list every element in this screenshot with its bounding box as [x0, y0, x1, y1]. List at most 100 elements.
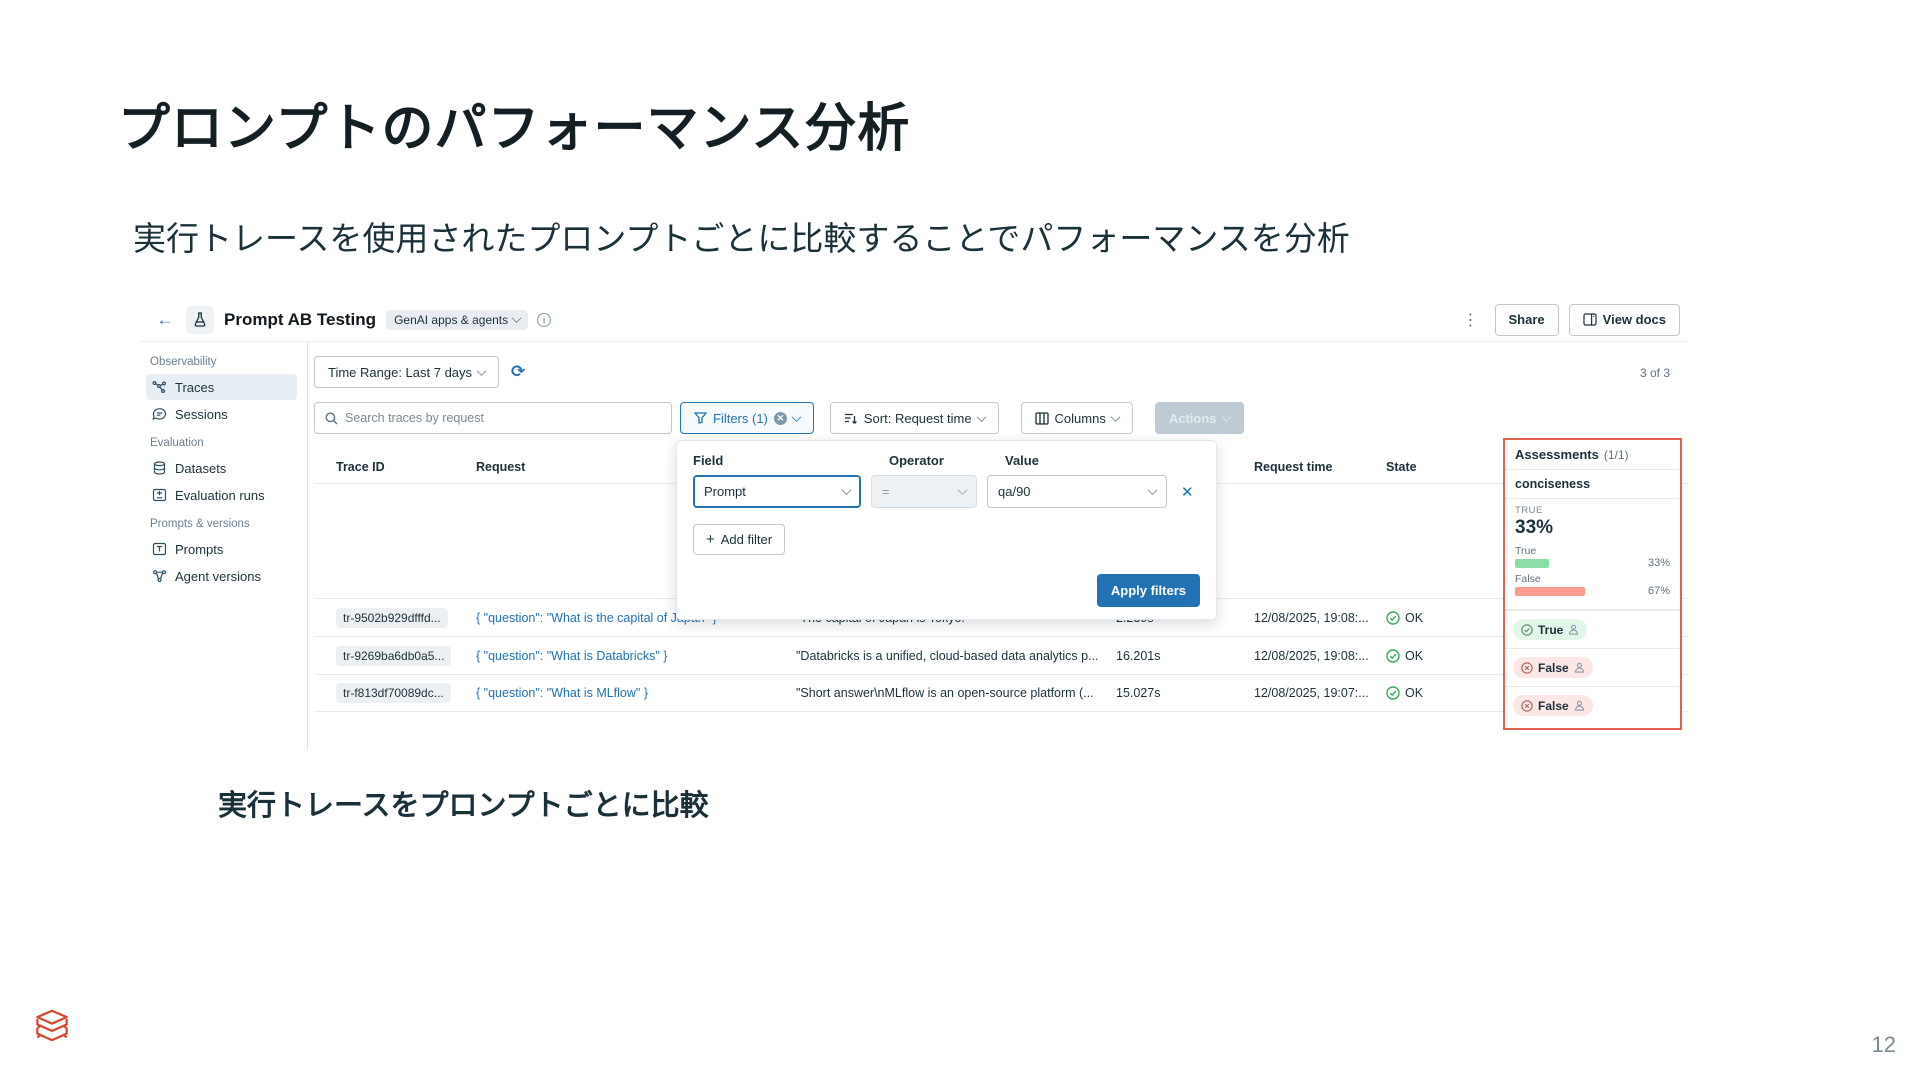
table-row[interactable]: tr-f813df70089dc... { "question": "What …	[314, 674, 1688, 712]
app-screenshot: ← Prompt AB Testing GenAI apps & agents …	[140, 298, 1688, 750]
columns-button[interactable]: Columns	[1020, 402, 1133, 434]
sidebar-item-agent-versions[interactable]: Agent versions	[146, 563, 297, 589]
remove-filter-icon[interactable]: ✕	[1181, 483, 1194, 501]
bar-label: True	[1515, 545, 1537, 557]
sidebar-item-label: Evaluation runs	[175, 487, 265, 503]
trace-icon	[152, 381, 167, 394]
page-title: プロンプトのパフォーマンス分析	[118, 100, 911, 158]
col-header-state[interactable]: State	[1386, 460, 1506, 474]
sort-label: Sort: Request time	[863, 410, 972, 426]
sidebar-item-prompts[interactable]: Prompts	[146, 536, 297, 562]
view-docs-label: View docs	[1602, 312, 1666, 327]
person-icon	[1574, 700, 1584, 711]
overflow-menu-icon[interactable]: ⋮	[1457, 310, 1485, 330]
assessment-badge-false[interactable]: False	[1513, 695, 1593, 716]
summary-label: TRUE	[1515, 505, 1543, 516]
false-bar-row: False 67%	[1515, 573, 1670, 597]
chevron-down-icon	[1221, 411, 1231, 422]
add-filter-button[interactable]: + Add filter	[693, 524, 786, 555]
view-docs-button[interactable]: View docs	[1568, 303, 1680, 336]
check-circle-icon	[1386, 686, 1400, 700]
true-bar	[1515, 558, 1550, 568]
clear-filters-icon[interactable]: ✕	[773, 411, 787, 425]
time-range-dropdown[interactable]: Time Range: Last 7 days	[314, 356, 500, 388]
evaluation-runs-icon	[152, 488, 167, 502]
response-cell: "Short answer\nMLflow is an open-source …	[796, 686, 1094, 700]
apply-filters-label: Apply filters	[1110, 583, 1186, 598]
assessment-badge-true[interactable]: True	[1513, 619, 1588, 640]
database-icon	[153, 461, 166, 475]
columns-icon	[1034, 411, 1049, 425]
sidebar-item-traces[interactable]: Traces	[146, 374, 297, 400]
false-bar	[1515, 586, 1585, 596]
assessment-metric-name[interactable]: conciseness	[1505, 470, 1680, 499]
columns-label: Columns	[1054, 410, 1106, 426]
experiment-beaker-icon	[186, 305, 214, 334]
field-value: Prompt	[704, 484, 746, 499]
assessment-summary: TRUE 33% True 33% False 67%	[1505, 499, 1680, 610]
filters-button[interactable]: Filters (1) ✕	[680, 402, 814, 434]
sidebar-item-label: Prompts	[175, 541, 224, 557]
bar-label: False	[1515, 573, 1541, 585]
filters-label: Filters (1)	[713, 410, 768, 426]
request-time-cell: 12/08/2025, 19:07:...	[1254, 686, 1369, 700]
chevron-down-icon	[511, 313, 522, 324]
operator-value: =	[882, 484, 890, 499]
chevron-down-icon	[476, 365, 487, 376]
refresh-icon[interactable]: ⟳	[511, 362, 525, 382]
person-icon	[1574, 662, 1584, 673]
assessments-panel: Assessments (1/1) conciseness TRUE 33% T…	[1503, 438, 1682, 730]
sidebar: Observability Traces Sessions Evaluation…	[140, 342, 308, 750]
assessment-badge-false[interactable]: False	[1513, 657, 1593, 678]
search-input[interactable]	[345, 411, 661, 425]
state-cell: OK	[1386, 611, 1506, 625]
chevron-down-icon	[841, 485, 852, 496]
col-header-trace-id[interactable]: Trace ID	[336, 460, 476, 474]
value-value: qa/90	[998, 484, 1031, 499]
time-range-label: Time Range: Last 7 days	[328, 364, 473, 380]
sidebar-item-sessions[interactable]: Sessions	[146, 401, 297, 427]
sidebar-item-evaluation-runs[interactable]: Evaluation runs	[146, 482, 297, 508]
info-icon[interactable]: i	[537, 312, 552, 327]
col-header-request-time[interactable]: Request time	[1254, 460, 1386, 474]
value-select[interactable]: qa/90	[987, 475, 1167, 508]
true-bar-row: True 33%	[1515, 545, 1670, 569]
state-label: OK	[1405, 686, 1424, 700]
chevron-down-icon	[1110, 411, 1121, 422]
request-cell[interactable]: { "question": "What is MLflow" }	[476, 686, 796, 700]
sidebar-item-label: Datasets	[175, 460, 227, 476]
operator-label: Operator	[889, 453, 944, 468]
apply-filters-button[interactable]: Apply filters	[1096, 574, 1200, 607]
experiment-title: Prompt AB Testing	[224, 309, 377, 329]
chevron-down-icon	[957, 485, 968, 496]
add-filter-label: Add filter	[720, 532, 773, 547]
badge-label: False	[1538, 698, 1569, 713]
summary-value: 33%	[1515, 517, 1554, 538]
prompt-icon	[152, 542, 167, 556]
page-number: 12	[1871, 1032, 1896, 1057]
sidebar-item-datasets[interactable]: Datasets	[146, 455, 297, 481]
state-label: OK	[1405, 648, 1424, 663]
trace-id-cell[interactable]: tr-9269ba6db0a5...	[336, 645, 452, 666]
request-cell[interactable]: { "question": "What is Databricks" }	[476, 649, 796, 663]
trace-id-cell[interactable]: tr-9502b929dfffd...	[336, 607, 448, 628]
field-select[interactable]: Prompt	[693, 475, 861, 508]
state-cell: OK	[1386, 649, 1506, 663]
response-cell: "Databricks is a unified, cloud-based da…	[796, 648, 1099, 663]
trace-id-cell[interactable]: tr-f813df70089dc...	[336, 683, 451, 703]
databricks-logo	[36, 1009, 68, 1042]
table-row[interactable]: tr-9269ba6db0a5... { "question": "What i…	[314, 636, 1688, 674]
filter-popover: Field Operator Value Prompt = qa/90 ✕ + …	[676, 440, 1217, 620]
back-arrow-icon[interactable]: ←	[152, 307, 178, 333]
request-time-cell: 12/08/2025, 19:08:...	[1254, 648, 1369, 663]
share-button[interactable]: Share	[1494, 303, 1559, 336]
agent-versions-icon	[152, 570, 167, 583]
experiment-type-dropdown[interactable]: GenAI apps & agents	[386, 309, 529, 330]
actions-label: Actions	[1168, 410, 1217, 426]
sort-button[interactable]: Sort: Request time	[829, 402, 999, 434]
page-subtitle: 実行トレースを使用されたプロンプトごとに比較することでパフォーマンスを分析	[133, 220, 1350, 257]
check-circle-icon	[1386, 610, 1400, 625]
sidebar-section-prompts-versions: Prompts & versions	[150, 518, 250, 530]
chevron-down-icon	[791, 411, 802, 422]
operator-select: =	[871, 475, 977, 508]
